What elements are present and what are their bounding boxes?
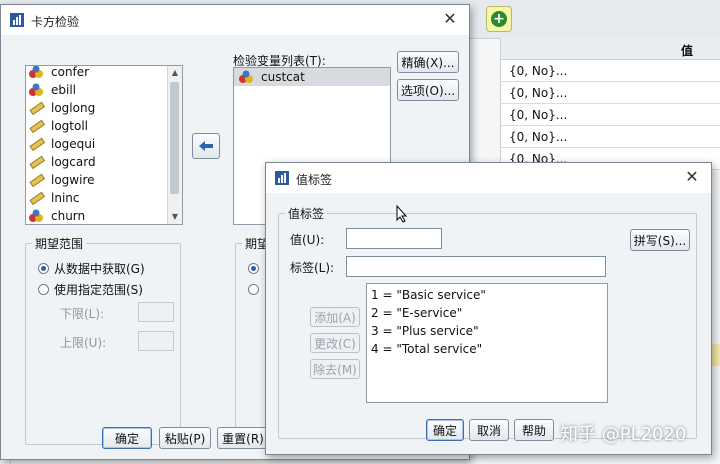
value-labels-group-title: 值标签	[285, 205, 328, 222]
list-item[interactable]: logwire	[28, 171, 95, 189]
reset-button[interactable]: 重置(R)	[217, 427, 269, 449]
scale-variable-icon	[28, 137, 46, 152]
source-variable-list[interactable]: confer ebill loglong logtoll logequi log…	[25, 65, 183, 225]
value-labels-body: 值标签 值(U): 标签(L): 拼写(S)... 添加(A) 更改(C) 除去…	[266, 193, 711, 454]
plus-icon: +	[491, 11, 507, 27]
remove-button[interactable]: 除去(M)	[310, 359, 360, 379]
spelling-button[interactable]: 拼写(S)...	[630, 229, 690, 251]
close-icon[interactable]: ✕	[441, 10, 459, 28]
options-button[interactable]: 选项(O)...	[397, 79, 459, 101]
list-item[interactable]: confer	[28, 66, 89, 81]
list-item[interactable]: logcard	[28, 153, 96, 171]
dialog-title: 值标签	[296, 173, 333, 187]
list-scrollbar[interactable]: ▲ ▼	[167, 66, 182, 224]
scale-variable-icon	[28, 155, 46, 170]
lower-limit-input[interactable]	[138, 302, 174, 322]
table-cell: {0, No}...	[509, 64, 568, 78]
from-data-label: 从数据中获取(G)	[54, 262, 145, 276]
list-item[interactable]: churn	[28, 207, 85, 224]
nominal-variable-icon	[28, 209, 46, 223]
ok-button[interactable]: 确定	[102, 427, 152, 449]
list-item[interactable]: loglong	[28, 99, 95, 117]
watermark: 知乎 @PL2020	[560, 424, 687, 445]
value-labels-titlebar: 值标签 ✕	[266, 163, 711, 193]
lower-limit-label: 下限(L):	[60, 307, 105, 321]
nominal-variable-icon	[28, 66, 46, 79]
use-range-label: 使用指定范围(S)	[54, 283, 143, 297]
list-item[interactable]: ebill	[28, 81, 76, 99]
list-item[interactable]: 4 = "Total service"	[371, 340, 482, 358]
list-item[interactable]: 2 = "E-service"	[371, 304, 462, 322]
value-column-header[interactable]: 值	[500, 38, 720, 60]
exact-button[interactable]: 精确(X)...	[397, 51, 459, 73]
paste-button[interactable]: 粘贴(P)	[159, 427, 211, 449]
ok-button[interactable]: 确定	[426, 419, 464, 441]
expected-range-title: 期望范围	[32, 235, 87, 252]
add-button[interactable]: 添加(A)	[310, 307, 360, 327]
mouse-cursor-icon	[396, 205, 408, 223]
arrow-left-icon	[199, 141, 213, 151]
table-row[interactable]: {0, No}...	[500, 104, 720, 126]
list-item[interactable]: 1 = "Basic service"	[371, 286, 486, 304]
expected-range-group: 期望范围 从数据中获取(G) 使用指定范围(S) 下限(L): 上限(U):	[25, 235, 181, 445]
table-cell: {0, No}...	[509, 108, 568, 122]
value-labels-list[interactable]: 1 = "Basic service" 2 = "E-service" 3 = …	[366, 283, 608, 403]
add-toolbar-button[interactable]: +	[486, 6, 512, 32]
use-range-radio[interactable]	[38, 284, 49, 295]
scale-variable-icon	[28, 119, 46, 134]
list-item[interactable]: 3 = "Plus service"	[371, 322, 479, 340]
values-radio[interactable]	[248, 284, 259, 295]
from-data-radio[interactable]	[38, 263, 49, 274]
list-item[interactable]: logequi	[28, 135, 95, 153]
chi-square-titlebar: 卡方检验 ✕	[1, 5, 469, 35]
table-cell: {0, No}...	[509, 86, 568, 100]
scale-variable-icon	[28, 101, 46, 116]
table-row[interactable]: {0, No}...	[500, 60, 720, 82]
help-button[interactable]: 帮助	[514, 419, 554, 441]
nominal-variable-icon	[28, 83, 46, 97]
spss-dialog-icon	[10, 13, 24, 27]
spss-dialog-icon	[275, 171, 289, 185]
scroll-thumb[interactable]	[170, 82, 179, 194]
table-row[interactable]: {0, No}...	[500, 126, 720, 148]
close-icon[interactable]: ✕	[683, 168, 701, 186]
list-item[interactable]: lninc	[28, 189, 79, 207]
change-button[interactable]: 更改(C)	[310, 333, 360, 353]
value-labels-dialog: 值标签 ✕ 值标签 值(U): 标签(L): 拼写(S)... 添加(A) 更改…	[265, 162, 712, 455]
table-cell: {0, No}...	[509, 130, 568, 144]
dialog-title: 卡方检验	[31, 15, 80, 29]
upper-limit-input[interactable]	[138, 331, 174, 351]
cancel-button[interactable]: 取消	[469, 419, 509, 441]
value-input[interactable]	[346, 228, 442, 249]
table-row[interactable]: {0, No}...	[500, 82, 720, 104]
upper-limit-label: 上限(U):	[60, 336, 107, 350]
move-variable-button[interactable]	[192, 133, 220, 159]
value-label: 值(U):	[290, 233, 325, 247]
list-item[interactable]: custcat	[234, 68, 390, 86]
scale-variable-icon	[28, 191, 46, 206]
scale-variable-icon	[28, 173, 46, 188]
all-equal-radio[interactable]	[248, 263, 259, 274]
label-input[interactable]	[346, 256, 606, 277]
label-label: 标签(L):	[290, 261, 335, 275]
scroll-down-icon[interactable]: ▼	[168, 210, 182, 224]
list-item[interactable]: logtoll	[28, 117, 88, 135]
nominal-variable-icon	[238, 70, 256, 84]
scroll-up-icon[interactable]: ▲	[168, 66, 182, 80]
